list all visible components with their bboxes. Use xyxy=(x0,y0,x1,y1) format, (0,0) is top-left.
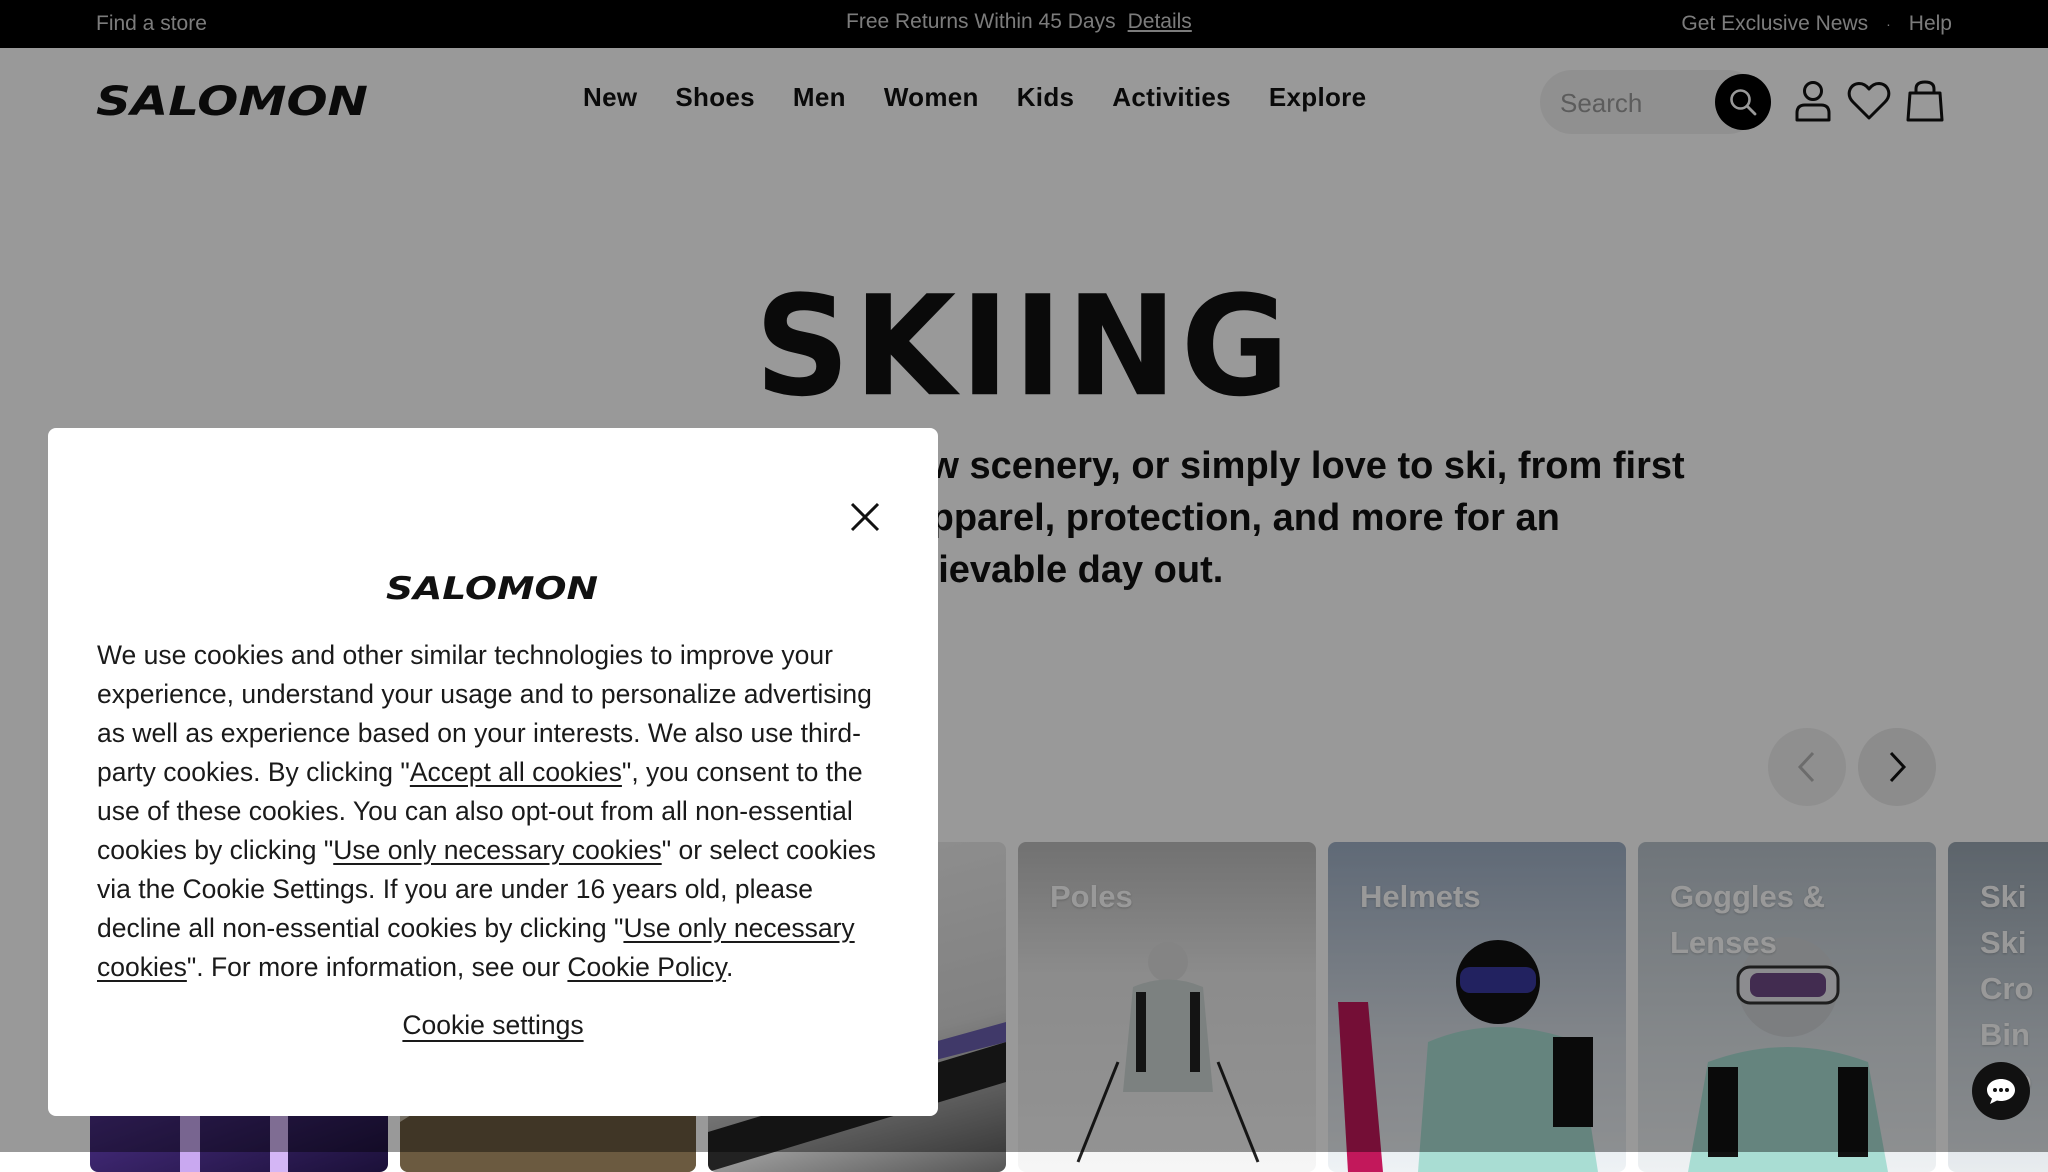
modal-logo: SALOMON xyxy=(386,571,600,607)
cookie-policy-link[interactable]: Cookie Policy xyxy=(567,952,726,982)
chat-bubble-icon xyxy=(1987,1079,2015,1104)
cookie-text-5: . xyxy=(726,952,734,982)
cookie-message: We use cookies and other similar technol… xyxy=(97,636,897,987)
modal-logo-text: SALOMON xyxy=(386,572,598,602)
close-icon xyxy=(850,502,880,532)
accept-all-cookies-link[interactable]: Accept all cookies xyxy=(410,757,622,787)
close-button[interactable] xyxy=(848,500,882,534)
cookie-text-4: ". For more information, see our xyxy=(186,952,568,982)
cookie-settings-link[interactable]: Cookie settings xyxy=(48,1010,938,1041)
cookie-consent-dialog: SALOMON We use cookies and other similar… xyxy=(48,428,938,1116)
chat-button[interactable] xyxy=(1972,1062,2030,1120)
necessary-cookies-link[interactable]: Use only necessary cookies xyxy=(333,835,661,865)
